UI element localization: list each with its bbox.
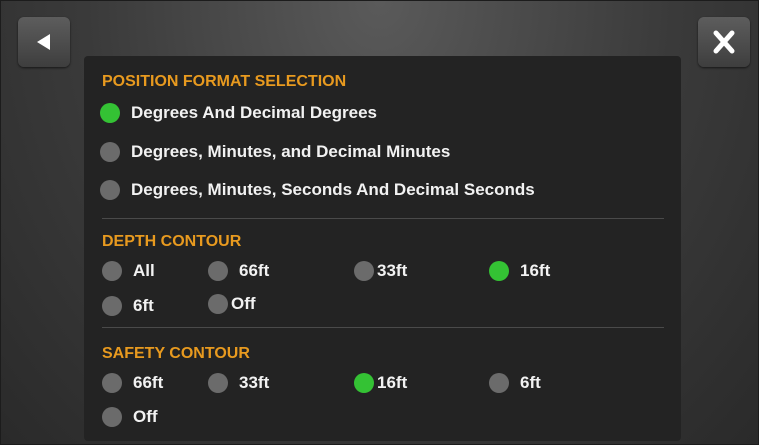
settings-panel: POSITION FORMAT SELECTION Degrees And De… xyxy=(84,56,681,441)
radio-button[interactable] xyxy=(102,407,122,427)
safety-contour-title: SAFETY CONTOUR xyxy=(102,345,250,362)
option-label: Off xyxy=(231,294,256,313)
option-label: 16ft xyxy=(520,261,551,280)
safety-contour-option-16ft[interactable]: 16ft xyxy=(354,371,407,395)
radio-button[interactable] xyxy=(208,373,228,393)
close-button[interactable] xyxy=(698,17,750,67)
depth-contour-option-6ft[interactable]: 6ft xyxy=(102,294,154,318)
radio-button[interactable] xyxy=(100,142,120,162)
safety-contour-option-off[interactable]: Off xyxy=(102,405,158,429)
section-divider xyxy=(102,218,664,219)
option-label: 66ft xyxy=(133,373,164,392)
position-format-option-dmm[interactable]: Degrees, Minutes, and Decimal Minutes xyxy=(100,140,450,164)
section-divider xyxy=(102,327,664,328)
radio-button[interactable] xyxy=(102,373,122,393)
option-label: 6ft xyxy=(133,296,154,315)
option-label: 16ft xyxy=(377,373,408,392)
option-label: 66ft xyxy=(239,261,270,280)
radio-button[interactable] xyxy=(489,261,509,281)
option-label: 33ft xyxy=(239,373,270,392)
safety-contour-option-66ft[interactable]: 66ft xyxy=(102,371,163,395)
depth-contour-option-off[interactable]: Off xyxy=(208,292,256,316)
option-label: Degrees, Minutes, Seconds And Decimal Se… xyxy=(131,180,535,199)
depth-contour-title: DEPTH CONTOUR xyxy=(102,233,242,250)
back-button[interactable] xyxy=(18,17,70,67)
depth-contour-option-all[interactable]: All xyxy=(102,259,155,283)
depth-contour-option-66ft[interactable]: 66ft xyxy=(208,259,269,283)
position-format-option-dd[interactable]: Degrees And Decimal Degrees xyxy=(100,101,377,125)
option-label: Degrees, Minutes, and Decimal Minutes xyxy=(131,142,451,161)
option-label: Off xyxy=(133,407,158,426)
radio-button[interactable] xyxy=(354,373,374,393)
settings-screen: POSITION FORMAT SELECTION Degrees And De… xyxy=(0,0,759,445)
depth-contour-option-16ft[interactable]: 16ft xyxy=(489,259,550,283)
option-label: 6ft xyxy=(520,373,541,392)
radio-button[interactable] xyxy=(354,261,374,281)
option-label: All xyxy=(133,261,155,280)
radio-button[interactable] xyxy=(208,261,228,281)
back-arrow-icon xyxy=(37,34,50,50)
option-label: Degrees And Decimal Degrees xyxy=(131,103,377,122)
option-label: 33ft xyxy=(377,261,408,280)
radio-button[interactable] xyxy=(208,294,228,314)
close-x-icon xyxy=(713,30,735,54)
radio-button[interactable] xyxy=(489,373,509,393)
position-format-option-dms[interactable]: Degrees, Minutes, Seconds And Decimal Se… xyxy=(100,178,535,202)
depth-contour-option-33ft[interactable]: 33ft xyxy=(354,259,407,283)
radio-button[interactable] xyxy=(100,180,120,200)
safety-contour-option-33ft[interactable]: 33ft xyxy=(208,371,269,395)
radio-button[interactable] xyxy=(102,261,122,281)
safety-contour-option-6ft[interactable]: 6ft xyxy=(489,371,541,395)
radio-button[interactable] xyxy=(100,103,120,123)
radio-button[interactable] xyxy=(102,296,122,316)
position-format-title: POSITION FORMAT SELECTION xyxy=(102,73,347,90)
